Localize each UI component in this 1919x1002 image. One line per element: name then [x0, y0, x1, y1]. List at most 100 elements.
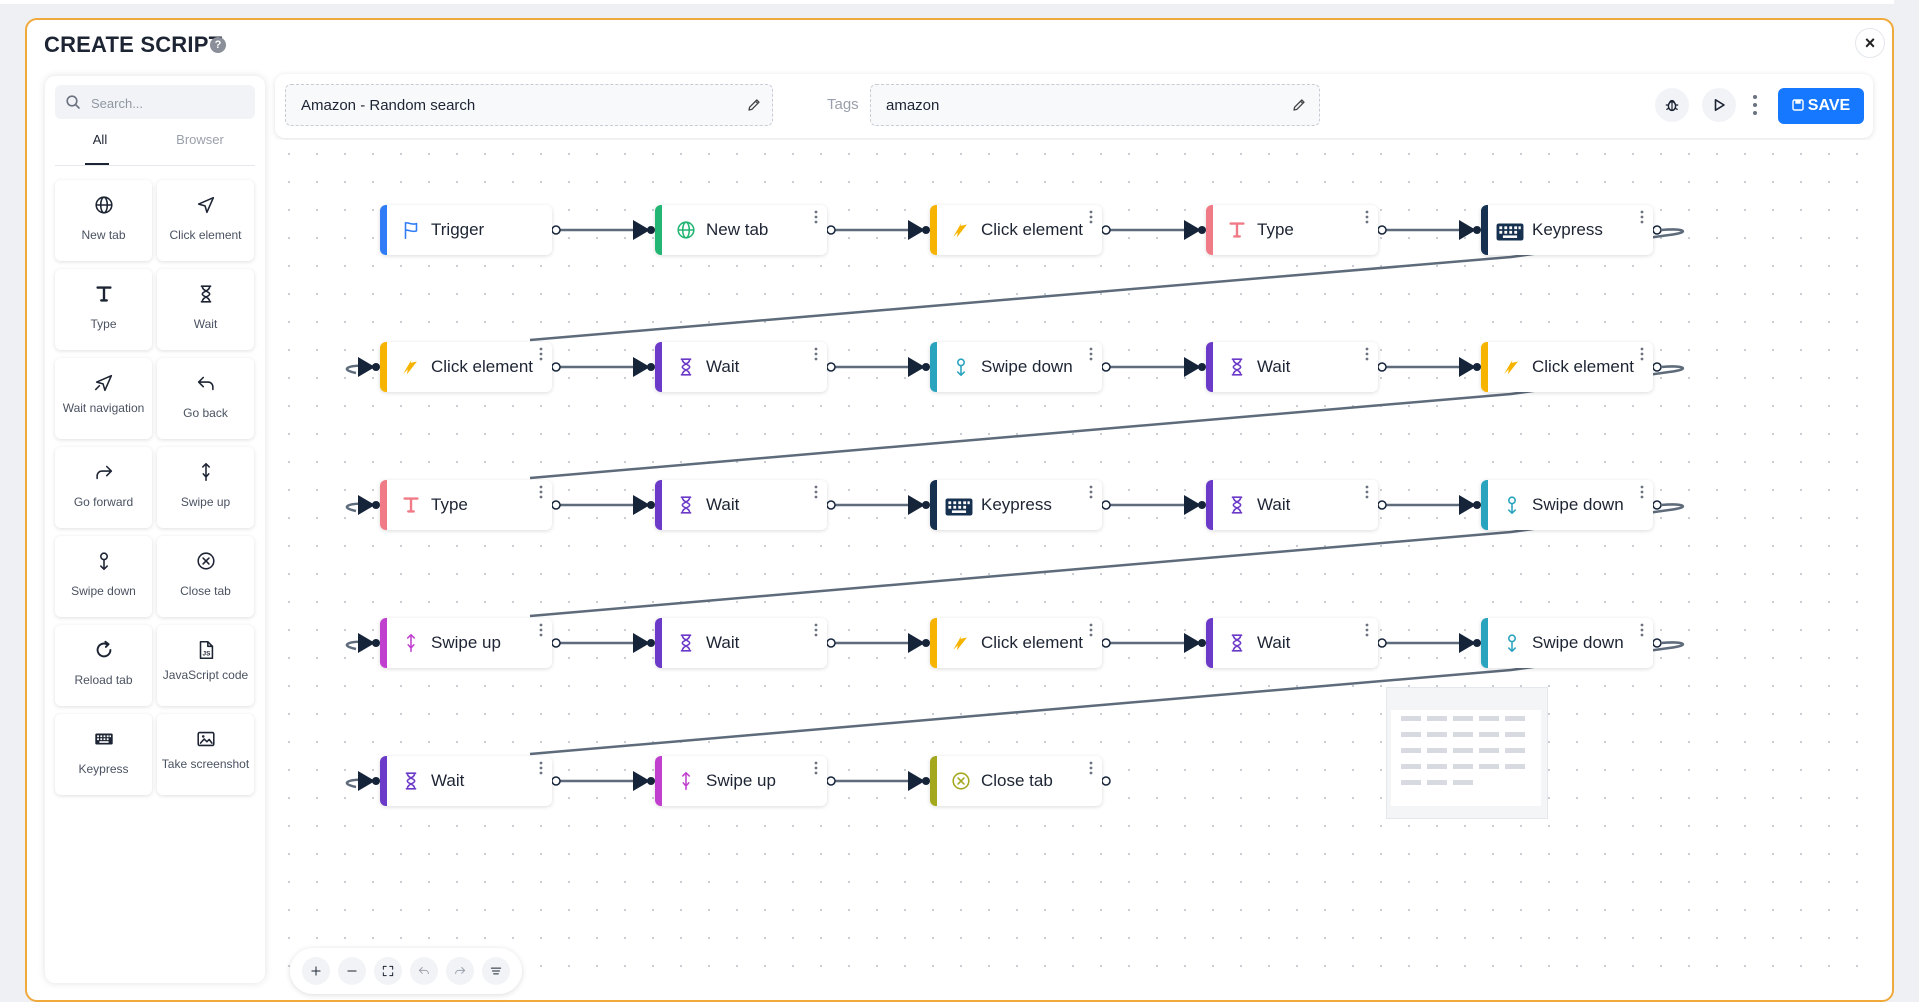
node-menu-icon[interactable]	[813, 209, 819, 225]
output-port	[1377, 638, 1387, 648]
flow-node-type[interactable]: Type	[1206, 205, 1378, 255]
input-port	[922, 639, 930, 647]
output-port	[826, 362, 836, 372]
bolt-cursor-icon	[953, 222, 967, 238]
input-port	[1198, 363, 1206, 371]
minimap[interactable]	[1386, 687, 1548, 819]
flow-node-close-tab[interactable]: Close tab	[930, 756, 1102, 806]
node-color-bar	[380, 205, 387, 255]
fit-view-button[interactable]	[374, 957, 402, 985]
flow-node-new-tab[interactable]: New tab	[655, 205, 827, 255]
minimap-node	[1453, 764, 1473, 769]
hourglass-icon	[1231, 358, 1243, 376]
flow-node-click[interactable]: Click element	[1481, 342, 1653, 392]
node-icon-wrap	[950, 219, 972, 241]
node-label: Swipe up	[431, 633, 501, 652]
node-menu-icon[interactable]	[538, 622, 544, 638]
node-label: Wait	[706, 357, 740, 376]
node-menu-icon[interactable]	[1088, 209, 1094, 225]
node-menu-icon[interactable]	[538, 346, 544, 362]
node-menu-icon[interactable]	[1639, 484, 1645, 500]
zoom-out-button[interactable]	[338, 957, 366, 985]
auto-layout-button[interactable]	[482, 957, 510, 985]
node-menu-icon[interactable]	[813, 760, 819, 776]
node-color-bar	[930, 618, 937, 668]
output-port	[1377, 362, 1387, 372]
node-menu-icon[interactable]	[1364, 622, 1370, 638]
node-menu-icon[interactable]	[1364, 346, 1370, 362]
node-color-bar	[930, 756, 937, 806]
flow-node-wait[interactable]: Wait	[655, 618, 827, 668]
flow-node-wait[interactable]: Wait	[1206, 480, 1378, 530]
node-icon-wrap	[675, 356, 697, 378]
minimap-node	[1427, 732, 1447, 737]
hourglass-icon	[405, 772, 417, 790]
node-label: Swipe down	[981, 357, 1073, 376]
node-menu-icon[interactable]	[1639, 622, 1645, 638]
hourglass-icon	[680, 496, 692, 514]
node-menu-icon[interactable]	[813, 346, 819, 362]
input-port	[647, 226, 655, 234]
flow-node-wait[interactable]: Wait	[655, 480, 827, 530]
node-menu-icon[interactable]	[1639, 346, 1645, 362]
node-menu-icon[interactable]	[1364, 484, 1370, 500]
node-menu-icon[interactable]	[1639, 209, 1645, 225]
flow-node-wait[interactable]: Wait	[655, 342, 827, 392]
node-menu-icon[interactable]	[1088, 622, 1094, 638]
node-label: Type	[1257, 220, 1294, 239]
bolt-cursor-icon	[953, 635, 967, 651]
flow-node-keypress[interactable]: Keypress	[1481, 205, 1653, 255]
node-color-bar	[655, 756, 662, 806]
input-port	[1198, 501, 1206, 509]
node-icon-wrap	[400, 219, 422, 241]
node-icon-wrap	[675, 219, 697, 241]
input-port	[922, 777, 930, 785]
node-color-bar	[1206, 342, 1213, 392]
node-icon-wrap	[1501, 356, 1523, 378]
flow-node-click[interactable]: Click element	[930, 205, 1102, 255]
node-label: Swipe down	[1532, 495, 1624, 514]
zoom-in-button[interactable]	[302, 957, 330, 985]
minimap-nodes	[1401, 716, 1525, 785]
node-menu-icon[interactable]	[1088, 346, 1094, 362]
flow-node-swipe-up[interactable]: Swipe up	[655, 756, 827, 806]
type-icon	[1229, 222, 1245, 238]
swipe-down-icon	[957, 358, 965, 377]
node-menu-icon[interactable]	[1088, 760, 1094, 776]
flow-node-click[interactable]: Click element	[380, 342, 552, 392]
minimap-node	[1453, 748, 1473, 753]
node-color-bar	[380, 342, 387, 392]
minimap-node	[1505, 732, 1525, 737]
flow-node-swipe-down[interactable]: Swipe down	[1481, 480, 1653, 530]
flow-node-keypress[interactable]: Keypress	[930, 480, 1102, 530]
output-port	[826, 638, 836, 648]
minimap-node	[1479, 764, 1499, 769]
node-label: Keypress	[1532, 220, 1603, 239]
flow-node-wait[interactable]: Wait	[1206, 342, 1378, 392]
flow-node-swipe-down[interactable]: Swipe down	[1481, 618, 1653, 668]
flow-node-wait[interactable]: Wait	[1206, 618, 1378, 668]
node-menu-icon[interactable]	[1364, 209, 1370, 225]
minimap-node	[1401, 732, 1421, 737]
node-menu-icon[interactable]	[538, 484, 544, 500]
node-menu-icon[interactable]	[813, 484, 819, 500]
input-port	[372, 363, 380, 371]
node-icon-wrap	[675, 632, 697, 654]
input-port	[372, 777, 380, 785]
flow-node-swipe-down[interactable]: Swipe down	[930, 342, 1102, 392]
flow-node-wait[interactable]: Wait	[380, 756, 552, 806]
undo-button[interactable]	[410, 957, 438, 985]
node-label: Wait	[1257, 633, 1291, 652]
redo-button[interactable]	[446, 957, 474, 985]
node-icon-wrap	[1226, 632, 1248, 654]
node-menu-icon[interactable]	[813, 622, 819, 638]
node-color-bar	[380, 756, 387, 806]
minimap-node	[1427, 716, 1447, 721]
flow-node-type[interactable]: Type	[380, 480, 552, 530]
hourglass-icon	[1231, 634, 1243, 652]
flow-node-swipe-up[interactable]: Swipe up	[380, 618, 552, 668]
node-menu-icon[interactable]	[1088, 484, 1094, 500]
flow-node-trigger[interactable]: Trigger	[380, 205, 552, 255]
flow-node-click[interactable]: Click element	[930, 618, 1102, 668]
node-menu-icon[interactable]	[538, 760, 544, 776]
